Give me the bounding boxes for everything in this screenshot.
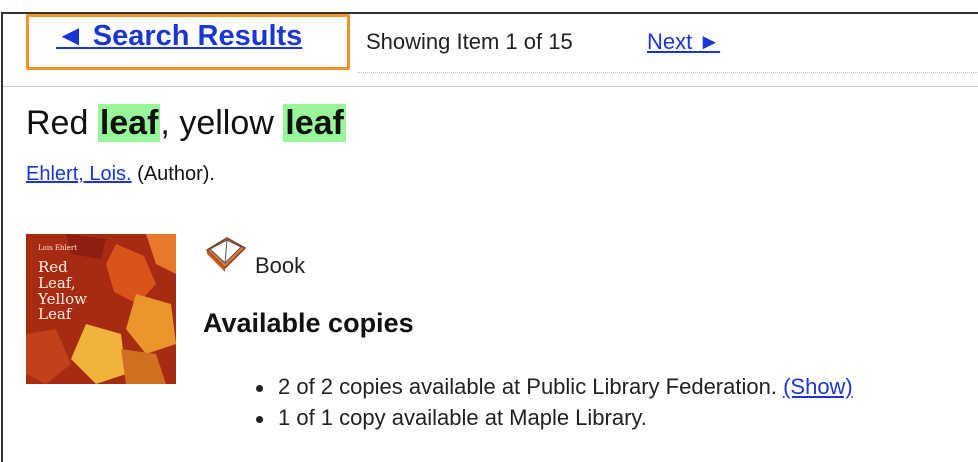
author-link[interactable]: Ehlert, Lois. [26,163,132,185]
nav-dotted-divider [358,72,978,73]
list-item: 2 of 2 copies available at Public Librar… [250,374,853,405]
copy-availability-text: 1 of 1 copy available at Maple Library. [278,405,647,430]
author-line: Ehlert, Lois. (Author). [26,163,215,186]
search-results-back-link[interactable]: ◄ Search Results [56,20,302,53]
book-cover-image[interactable]: Lois Ehlert Red Leaf, Yellow Leaf [26,234,176,384]
next-item-link[interactable]: Next ► [647,29,720,55]
book-icon [203,234,249,274]
show-copies-link[interactable]: (Show) [783,374,853,399]
record-title: Red leaf, yellow leaf [26,104,346,143]
cover-title-line: Leaf [38,305,72,324]
title-highlight-term: leaf [97,104,161,142]
copies-list: 2 of 2 copies available at Public Librar… [250,374,853,436]
item-position-text: Showing Item 1 of 15 [366,29,573,54]
title-part: , yellow [160,104,284,142]
header-divider [3,86,978,87]
cover-author: Lois Ehlert [38,244,78,252]
title-part: Red [26,104,98,142]
cover-title: Red Leaf, Yellow Leaf [38,259,87,324]
format-label: Book [255,253,306,278]
copy-availability-text: 2 of 2 copies available at Public Librar… [278,374,777,399]
author-role: (Author). [137,163,215,185]
title-highlight-term: leaf [283,104,346,142]
list-item: 1 of 1 copy available at Maple Library. [250,405,853,436]
available-copies-heading: Available copies [203,308,414,338]
